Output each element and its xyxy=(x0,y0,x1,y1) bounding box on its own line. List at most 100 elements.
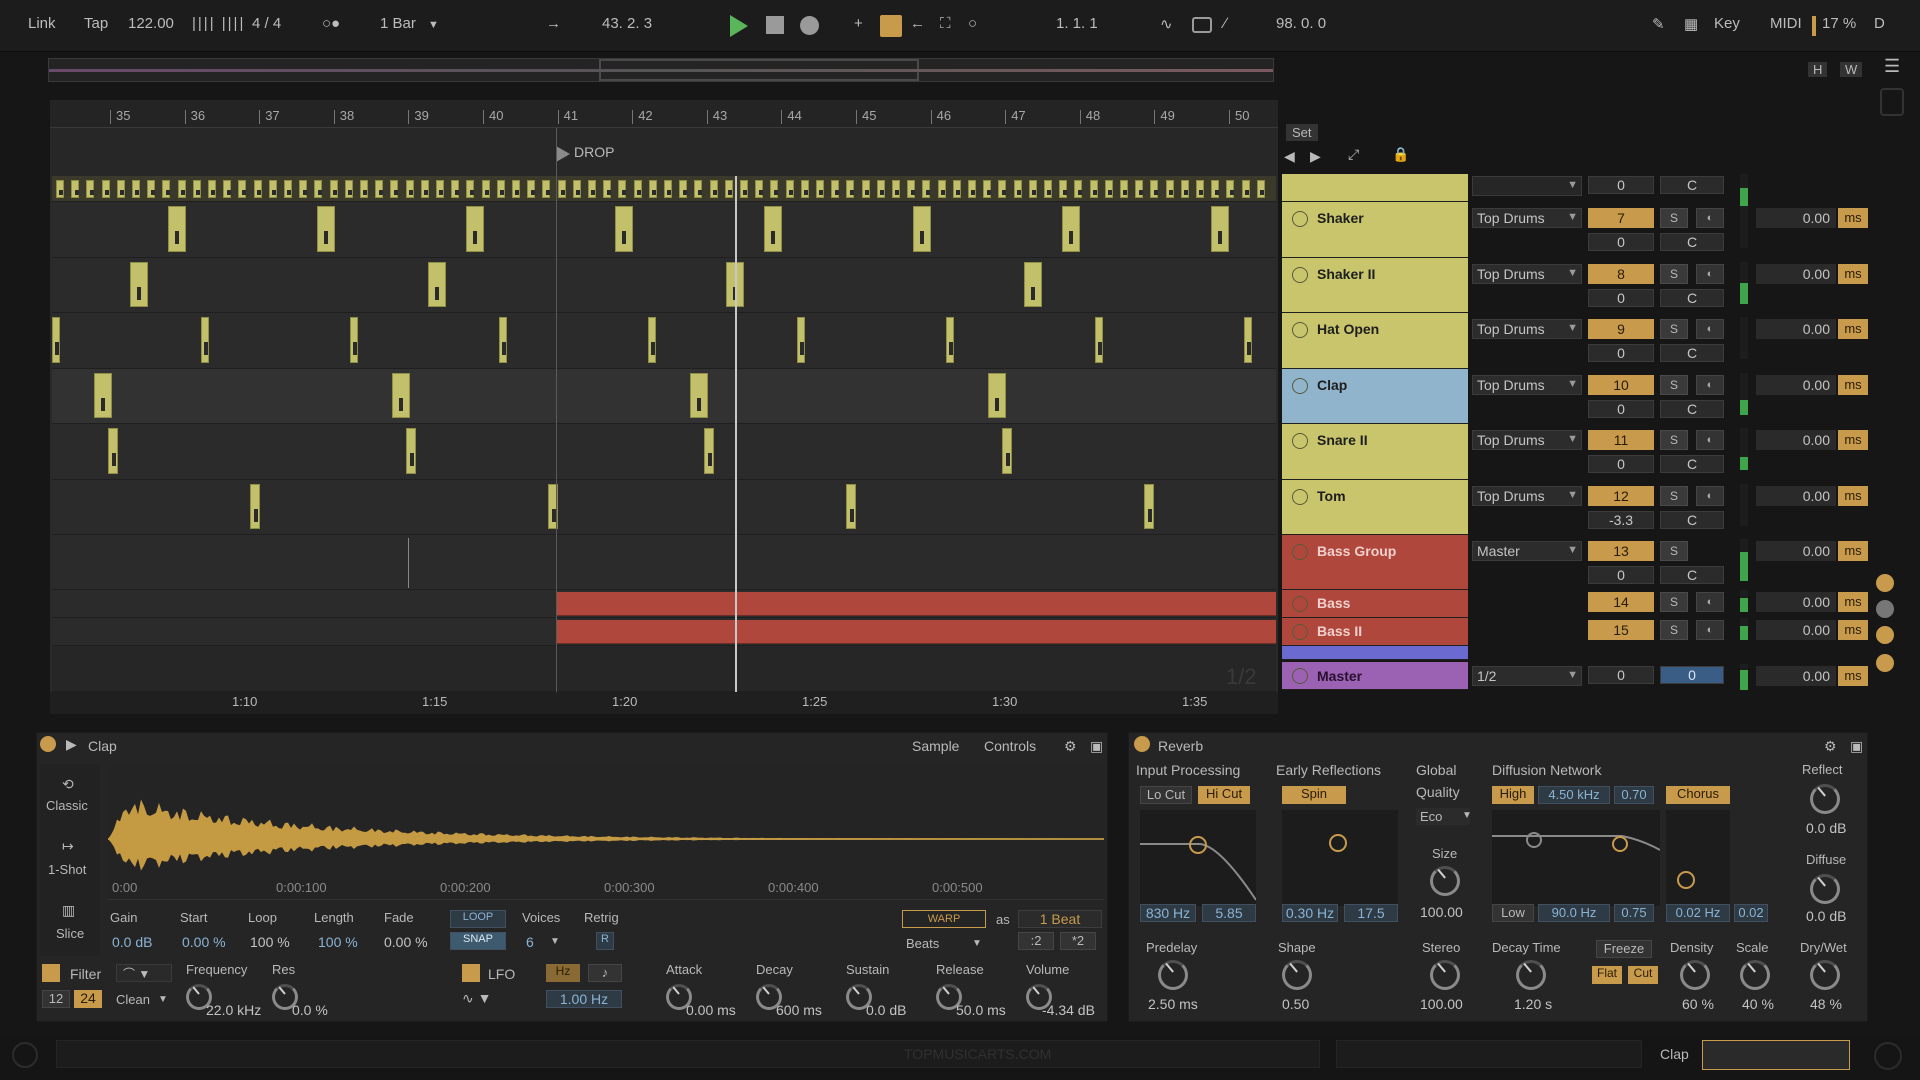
loop-start[interactable]: 1. 1. 1 xyxy=(1056,15,1098,32)
frequency-value[interactable]: 22.0 kHz xyxy=(206,1002,261,1018)
volume-value[interactable]: -4.34 dB xyxy=(1042,1002,1095,1018)
stereo-knob[interactable] xyxy=(1430,960,1460,990)
fade-value[interactable]: 0.00 % xyxy=(384,934,428,950)
master-play-icon[interactable] xyxy=(1292,668,1308,684)
midi-clip[interactable] xyxy=(466,206,484,252)
size-value[interactable]: 100.00 xyxy=(1420,904,1463,920)
group-hit[interactable] xyxy=(724,180,733,198)
group-hit[interactable] xyxy=(998,180,1007,198)
track-lane[interactable] xyxy=(52,369,1276,424)
decay-time-value[interactable]: 1.20 s xyxy=(1514,996,1552,1012)
track-header[interactable]: Snare II xyxy=(1282,424,1468,480)
track-lane[interactable] xyxy=(52,313,1276,369)
key-map-button[interactable]: Key xyxy=(1714,15,1740,32)
group-hit[interactable] xyxy=(132,180,140,198)
slice-icon[interactable]: ▥ xyxy=(62,902,75,919)
solo-button[interactable]: S xyxy=(1660,620,1688,640)
track-delay[interactable]: 0.00 xyxy=(1756,620,1836,640)
chevron-down-icon[interactable]: ▼ xyxy=(428,19,439,31)
group-hit[interactable] xyxy=(496,180,505,198)
delay-icon[interactable] xyxy=(1876,654,1894,672)
group-hit[interactable] xyxy=(71,180,80,198)
high-freq-value[interactable]: 4.50 kHz xyxy=(1538,786,1610,804)
track-name[interactable]: Clap xyxy=(1317,377,1347,393)
punch-in-icon[interactable]: ∿ xyxy=(1160,15,1173,33)
browser-toggle-icon[interactable] xyxy=(1880,88,1904,116)
group-hit[interactable] xyxy=(1226,180,1235,198)
predelay-value[interactable]: 2.50 ms xyxy=(1148,996,1198,1012)
group-hit[interactable] xyxy=(1165,180,1174,198)
group-hit[interactable] xyxy=(527,180,536,198)
group-hit[interactable] xyxy=(816,180,824,198)
delay-unit[interactable]: ms xyxy=(1838,208,1868,228)
expand-icon[interactable]: ⤢ xyxy=(1348,146,1359,163)
group-hit[interactable] xyxy=(147,180,156,198)
midi-clip[interactable] xyxy=(94,373,112,418)
voices-chevron-icon[interactable]: ▼ xyxy=(550,936,560,947)
master-delay[interactable]: 0.00 xyxy=(1756,666,1836,686)
track-lane[interactable] xyxy=(52,480,1276,535)
menu-icon[interactable]: ☰ xyxy=(1884,56,1900,77)
group-hit[interactable] xyxy=(785,180,794,198)
track-name[interactable]: Hat Open xyxy=(1317,321,1379,337)
track-volume[interactable]: -3.3 xyxy=(1588,511,1654,529)
master-delay-unit[interactable]: ms xyxy=(1838,666,1868,686)
midi-clip[interactable] xyxy=(1062,206,1080,252)
midi-clip[interactable] xyxy=(764,206,782,252)
group-hit[interactable] xyxy=(420,180,429,198)
group-hit[interactable] xyxy=(770,180,779,198)
group-hit[interactable] xyxy=(861,180,870,198)
track-header[interactable]: Shaker xyxy=(1282,202,1468,258)
track-activator[interactable]: 10 xyxy=(1588,375,1654,395)
solo-button[interactable]: S xyxy=(1660,264,1688,284)
bass-ii-clip[interactable] xyxy=(556,620,1276,644)
halve-button[interactable]: :2 xyxy=(1018,932,1054,950)
midi-clip[interactable] xyxy=(704,428,714,474)
reverb-settings-icon[interactable]: ⚙ xyxy=(1824,738,1837,755)
group-hit[interactable] xyxy=(648,180,657,198)
automation-arm-icon[interactable] xyxy=(880,15,902,37)
high-amount-value[interactable]: 0.70 xyxy=(1614,786,1654,804)
delay-unit[interactable]: ms xyxy=(1838,592,1868,612)
group-hit[interactable] xyxy=(253,180,262,198)
track-play-icon[interactable] xyxy=(1292,624,1308,640)
loop-value[interactable]: 100 % xyxy=(250,934,290,950)
group-hit[interactable] xyxy=(56,180,64,198)
group-hit[interactable] xyxy=(588,180,596,198)
follow-icon[interactable]: → xyxy=(546,15,561,32)
loop-toggle[interactable]: LOOP xyxy=(450,910,506,928)
midi-clip[interactable] xyxy=(499,317,507,363)
group-hit[interactable] xyxy=(983,180,992,198)
master-output-route[interactable]: 1/2 xyxy=(1472,666,1582,686)
group-hit[interactable] xyxy=(633,180,642,198)
track-volume[interactable]: 0 xyxy=(1588,566,1654,584)
track-activator[interactable]: 12 xyxy=(1588,486,1654,506)
filter-on-icon[interactable] xyxy=(42,964,60,982)
next-locator-icon[interactable]: ▶ xyxy=(1310,148,1321,165)
stop-icon[interactable] xyxy=(766,16,784,34)
midi-clip[interactable] xyxy=(201,317,209,363)
group-hit[interactable] xyxy=(329,180,338,198)
mode-classic[interactable]: Classic xyxy=(46,798,88,813)
chorus-rate-value[interactable]: 0.02 Hz xyxy=(1666,904,1730,922)
group-hit[interactable] xyxy=(177,180,186,198)
midi-clip[interactable] xyxy=(1024,262,1042,307)
lo-cut-button[interactable]: Lo Cut xyxy=(1140,786,1192,804)
group-hit[interactable] xyxy=(1028,180,1037,198)
device-save-icon[interactable]: ▣ xyxy=(1090,738,1103,755)
group-hit[interactable] xyxy=(116,180,125,198)
group-hit[interactable] xyxy=(268,180,277,198)
lfo-on-icon[interactable] xyxy=(462,964,480,982)
group-hit[interactable] xyxy=(436,180,444,198)
midi-clip[interactable] xyxy=(428,262,446,307)
detail-toggle-icon[interactable] xyxy=(1874,1042,1902,1070)
track-output-route[interactable]: Top Drums xyxy=(1472,208,1582,228)
scale-value[interactable]: 40 % xyxy=(1742,996,1774,1012)
scale-knob[interactable] xyxy=(1740,960,1770,990)
track-volume[interactable]: 0 xyxy=(1588,455,1654,473)
group-hit[interactable] xyxy=(314,180,323,198)
locator-lane[interactable] xyxy=(50,128,1278,176)
group-hit[interactable] xyxy=(892,180,900,198)
mixer-icon[interactable] xyxy=(1876,626,1894,644)
mode-slice[interactable]: Slice xyxy=(56,926,84,941)
